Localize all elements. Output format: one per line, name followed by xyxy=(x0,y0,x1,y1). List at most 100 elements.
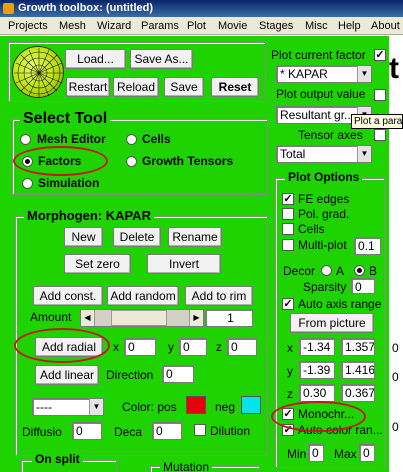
add-random-button[interactable]: Add random xyxy=(107,286,179,306)
menu-wizard[interactable]: Wizard xyxy=(95,17,133,35)
multi-plot-checkbox[interactable] xyxy=(282,239,294,251)
neg-color-swatch[interactable] xyxy=(241,396,261,414)
chevron-down-icon[interactable]: ▼ xyxy=(357,66,371,82)
radio-growth-tensors[interactable] xyxy=(126,156,137,167)
fe-edges-checkbox[interactable]: ✓ xyxy=(282,193,294,205)
sparsity-input[interactable]: 0 xyxy=(351,278,375,294)
y-min-input[interactable]: -1.39 xyxy=(299,361,335,379)
add-const-button[interactable]: Add const. xyxy=(33,286,103,306)
decay-input[interactable]: 0 xyxy=(152,422,182,440)
highlight-ring xyxy=(271,401,366,432)
plot-output-value-checkbox[interactable] xyxy=(374,89,386,101)
highlight-ring xyxy=(13,146,108,176)
menu-params[interactable]: Params xyxy=(139,17,181,35)
dilution-label: Dilution xyxy=(210,424,251,438)
on-split-title: On split xyxy=(32,452,83,466)
slider-thumb[interactable] xyxy=(111,310,167,326)
multi-plot-input[interactable]: 0.1 xyxy=(354,237,381,255)
morphogen-combo[interactable]: ---- ▼ xyxy=(32,398,104,416)
decor-a-radio[interactable] xyxy=(321,265,332,276)
invert-button[interactable]: Invert xyxy=(147,254,221,274)
pos-color-swatch[interactable] xyxy=(186,396,206,414)
x-min-input[interactable]: -1.34 xyxy=(299,338,335,356)
radio-simulation[interactable] xyxy=(22,178,33,189)
set-zero-button[interactable]: Set zero xyxy=(64,254,131,274)
decor-label: Decor xyxy=(283,264,316,278)
window-title: Growth toolbox: (untitled) xyxy=(18,2,154,14)
menu-movie[interactable]: Movie xyxy=(216,17,249,35)
add-to-rim-button[interactable]: Add to rim xyxy=(185,286,253,306)
tooltip: Plot a para xyxy=(351,114,403,129)
load-button[interactable]: Load... xyxy=(65,49,126,69)
cells-checkbox[interactable] xyxy=(282,223,294,235)
plot-canvas[interactable]: t 0 0 0 xyxy=(389,36,403,472)
tensor-axes-checkbox[interactable] xyxy=(374,129,386,141)
menu-plot[interactable]: Plot xyxy=(185,17,208,35)
plot-current-factor-checkbox[interactable]: ✓ xyxy=(374,49,386,61)
reload-button[interactable]: Reload xyxy=(113,77,159,97)
direction-label: Direction xyxy=(106,368,154,382)
rename-morphogen-button[interactable]: Rename xyxy=(168,227,222,247)
label-growth-tensors: Growth Tensors xyxy=(142,154,234,168)
y-max-input[interactable]: 1.416 xyxy=(341,361,375,379)
radio-mesh-editor[interactable] xyxy=(20,134,31,145)
save-as-button[interactable]: Save As... xyxy=(130,49,193,69)
menu-stages[interactable]: Stages xyxy=(257,17,295,35)
decor-b-label: B xyxy=(369,264,378,278)
output-value-select-value: Resultant gr... xyxy=(280,108,355,122)
radial-x-label: x xyxy=(113,340,119,354)
radial-z-label: z xyxy=(216,340,222,354)
color-min-input[interactable]: 0 xyxy=(308,444,324,462)
radial-y-input[interactable]: 0 xyxy=(179,338,207,356)
menu-help[interactable]: Help xyxy=(336,17,363,35)
slider-right-arrow-icon[interactable]: ▶ xyxy=(189,310,203,326)
color-max-input[interactable]: 0 xyxy=(359,444,375,462)
new-morphogen-button[interactable]: New xyxy=(64,227,103,247)
menu-about[interactable]: About xyxy=(369,17,402,35)
canvas-axis-digit: 0 xyxy=(392,370,399,384)
from-picture-button[interactable]: From picture xyxy=(290,313,374,333)
factor-select[interactable]: * KAPAR ▼ xyxy=(276,65,372,83)
diffusion-input[interactable]: 0 xyxy=(72,422,102,440)
save-button[interactable]: Save xyxy=(164,77,204,97)
label-cells: Cells xyxy=(142,132,171,146)
neg-color-label: neg xyxy=(215,400,236,414)
mesh-thumbnail xyxy=(12,46,64,98)
radial-x-input[interactable]: 0 xyxy=(124,338,156,356)
morphogen-combo-value: ---- xyxy=(36,400,52,414)
x-max-input[interactable]: 1.357 xyxy=(341,338,375,356)
amount-label: Amount xyxy=(30,310,72,324)
fe-edges-label: FE edges xyxy=(298,192,350,206)
app-icon xyxy=(3,3,14,14)
amount-slider[interactable]: ◀ ▶ xyxy=(80,309,204,327)
canvas-axis-digit: 0 xyxy=(392,420,399,434)
pol-grad-checkbox[interactable] xyxy=(282,208,294,220)
menu-mesh[interactable]: Mesh xyxy=(57,17,88,35)
mutation-title: Mutation xyxy=(160,460,213,472)
menu-misc[interactable]: Misc xyxy=(303,17,330,35)
restart-button[interactable]: Restart xyxy=(66,77,110,97)
auto-axis-range-checkbox[interactable]: ✓ xyxy=(282,298,294,310)
radial-z-input[interactable]: 0 xyxy=(227,338,257,356)
amount-input[interactable]: 1 xyxy=(205,309,253,327)
radio-cells[interactable] xyxy=(126,134,137,145)
delete-morphogen-button[interactable]: Delete xyxy=(113,227,161,247)
z-max-input[interactable]: 0.367 xyxy=(341,384,375,402)
z-min-input[interactable]: 0.30 xyxy=(299,384,335,402)
canvas-title-glyph: t xyxy=(389,52,399,85)
diffusion-label: Diffusio xyxy=(22,425,62,439)
tensor-select-value: Total xyxy=(280,147,306,161)
tensor-select[interactable]: Total ▼ xyxy=(276,145,372,163)
auto-axis-range-label: Auto axis range xyxy=(298,297,382,311)
chevron-down-icon[interactable]: ▼ xyxy=(89,399,103,415)
color-max-label: Max xyxy=(334,447,357,461)
menu-projects[interactable]: Projects xyxy=(6,17,50,35)
add-linear-button[interactable]: Add linear xyxy=(35,365,99,385)
dilution-checkbox[interactable] xyxy=(194,424,206,436)
axis-z-label: z xyxy=(287,387,293,401)
chevron-down-icon[interactable]: ▼ xyxy=(357,146,371,162)
reset-button[interactable]: Reset xyxy=(211,77,259,97)
direction-input[interactable]: 0 xyxy=(162,365,194,383)
decor-b-radio[interactable] xyxy=(354,265,365,276)
slider-left-arrow-icon[interactable]: ◀ xyxy=(81,310,95,326)
